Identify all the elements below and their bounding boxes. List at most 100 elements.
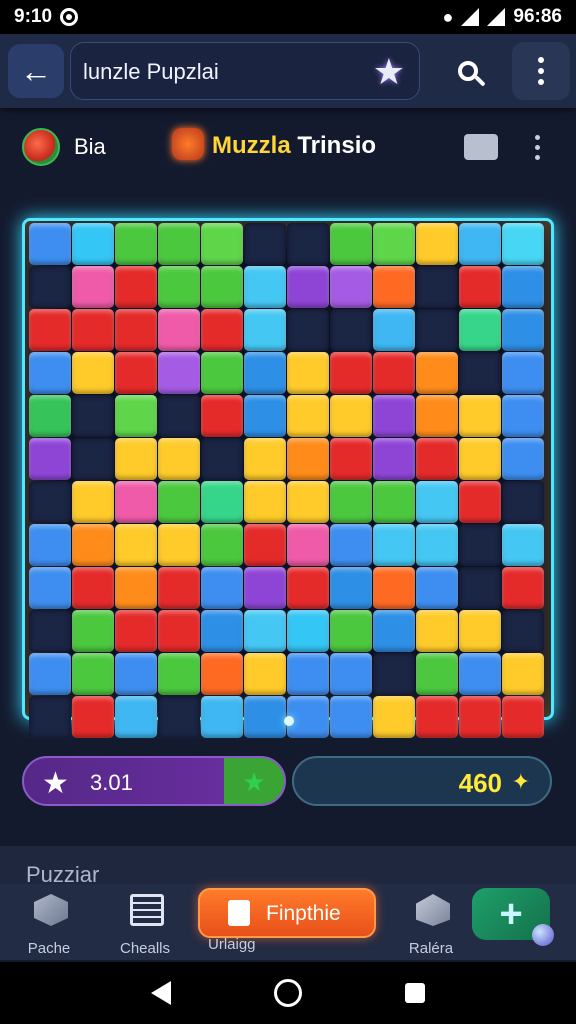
- puzzle-tile[interactable]: [502, 438, 544, 480]
- puzzle-tile[interactable]: [330, 481, 372, 523]
- puzzle-tile[interactable]: [287, 653, 329, 695]
- puzzle-tile[interactable]: [373, 524, 415, 566]
- puzzle-tile[interactable]: [158, 653, 200, 695]
- puzzle-tile[interactable]: [416, 653, 458, 695]
- puzzle-tile[interactable]: [373, 352, 415, 394]
- puzzle-tile[interactable]: [158, 696, 200, 738]
- puzzle-tile[interactable]: [416, 266, 458, 308]
- puzzle-tile[interactable]: [502, 395, 544, 437]
- puzzle-tile[interactable]: [373, 653, 415, 695]
- puzzle-tile[interactable]: [72, 524, 114, 566]
- puzzle-tile[interactable]: [115, 481, 157, 523]
- puzzle-tile[interactable]: [29, 266, 71, 308]
- puzzle-tile[interactable]: [115, 266, 157, 308]
- puzzle-tile[interactable]: [201, 438, 243, 480]
- menu-button[interactable]: [512, 42, 570, 100]
- puzzle-tile[interactable]: [287, 395, 329, 437]
- puzzle-tile[interactable]: [330, 438, 372, 480]
- puzzle-tile[interactable]: [287, 223, 329, 265]
- puzzle-tile[interactable]: [330, 653, 372, 695]
- ticket-icon[interactable]: [464, 134, 498, 160]
- puzzle-tile[interactable]: [244, 395, 286, 437]
- system-back-icon[interactable]: [151, 981, 172, 1005]
- more-options-button[interactable]: [526, 130, 548, 164]
- system-home-icon[interactable]: [273, 979, 302, 1007]
- puzzle-tile[interactable]: [416, 438, 458, 480]
- puzzle-tile[interactable]: [459, 524, 501, 566]
- puzzle-tile[interactable]: [459, 395, 501, 437]
- puzzle-tile[interactable]: [459, 223, 501, 265]
- search-button[interactable]: [440, 44, 496, 98]
- puzzle-tile[interactable]: [29, 696, 71, 738]
- puzzle-tile[interactable]: [459, 610, 501, 652]
- puzzle-tile[interactable]: [330, 266, 372, 308]
- puzzle-tile[interactable]: [115, 309, 157, 351]
- puzzle-tile[interactable]: [416, 567, 458, 609]
- puzzle-tile[interactable]: [416, 395, 458, 437]
- puzzle-tile[interactable]: [416, 481, 458, 523]
- puzzle-tile[interactable]: [287, 696, 329, 738]
- puzzle-tile[interactable]: [29, 309, 71, 351]
- puzzle-tile[interactable]: [416, 223, 458, 265]
- puzzle-tile[interactable]: [72, 352, 114, 394]
- puzzle-tile[interactable]: [330, 567, 372, 609]
- puzzle-tile[interactable]: [373, 395, 415, 437]
- puzzle-tile[interactable]: [158, 395, 200, 437]
- puzzle-tile[interactable]: [373, 481, 415, 523]
- puzzle-tile[interactable]: [115, 352, 157, 394]
- puzzle-tile[interactable]: [287, 567, 329, 609]
- puzzle-tile[interactable]: [287, 481, 329, 523]
- puzzle-tile[interactable]: [201, 309, 243, 351]
- puzzle-tile[interactable]: [158, 610, 200, 652]
- puzzle-tile[interactable]: [72, 395, 114, 437]
- puzzle-tile[interactable]: [201, 266, 243, 308]
- puzzle-tile[interactable]: [72, 653, 114, 695]
- puzzle-tile[interactable]: [158, 524, 200, 566]
- puzzle-tile[interactable]: [502, 696, 544, 738]
- puzzle-tile[interactable]: [373, 610, 415, 652]
- puzzle-tile[interactable]: [115, 567, 157, 609]
- puzzle-tile[interactable]: [244, 653, 286, 695]
- puzzle-tile[interactable]: [158, 223, 200, 265]
- puzzle-tile[interactable]: [158, 309, 200, 351]
- puzzle-tile[interactable]: [502, 610, 544, 652]
- puzzle-tile[interactable]: [244, 352, 286, 394]
- puzzle-tile[interactable]: [459, 567, 501, 609]
- puzzle-tile[interactable]: [416, 309, 458, 351]
- puzzle-tile[interactable]: [244, 266, 286, 308]
- puzzle-tile[interactable]: [330, 696, 372, 738]
- bonus-star-button[interactable]: ★: [224, 758, 284, 804]
- puzzle-tile[interactable]: [416, 610, 458, 652]
- puzzle-tile[interactable]: [115, 223, 157, 265]
- puzzle-tile[interactable]: [29, 481, 71, 523]
- play-button[interactable]: Finpthie: [198, 888, 376, 938]
- puzzle-tile[interactable]: [459, 653, 501, 695]
- avatar[interactable]: [22, 128, 60, 166]
- puzzle-tile[interactable]: [416, 352, 458, 394]
- puzzle-tile[interactable]: [416, 696, 458, 738]
- puzzle-tile[interactable]: [502, 266, 544, 308]
- puzzle-tile[interactable]: [201, 481, 243, 523]
- puzzle-tile[interactable]: [158, 567, 200, 609]
- puzzle-tile[interactable]: [72, 266, 114, 308]
- puzzle-tile[interactable]: [115, 653, 157, 695]
- puzzle-tile[interactable]: [287, 352, 329, 394]
- puzzle-tile[interactable]: [115, 524, 157, 566]
- puzzle-tile[interactable]: [244, 223, 286, 265]
- puzzle-tile[interactable]: [459, 438, 501, 480]
- nav-item-pache[interactable]: Pache: [4, 890, 94, 958]
- puzzle-tile[interactable]: [459, 352, 501, 394]
- puzzle-tile[interactable]: [330, 352, 372, 394]
- puzzle-grid[interactable]: [29, 223, 544, 738]
- puzzle-tile[interactable]: [29, 653, 71, 695]
- puzzle-tile[interactable]: [330, 524, 372, 566]
- puzzle-tile[interactable]: [459, 309, 501, 351]
- puzzle-tile[interactable]: [158, 352, 200, 394]
- puzzle-tile[interactable]: [29, 524, 71, 566]
- puzzle-tile[interactable]: [373, 567, 415, 609]
- puzzle-tile[interactable]: [201, 567, 243, 609]
- puzzle-tile[interactable]: [29, 610, 71, 652]
- puzzle-tile[interactable]: [29, 223, 71, 265]
- puzzle-tile[interactable]: [373, 696, 415, 738]
- puzzle-tile[interactable]: [373, 266, 415, 308]
